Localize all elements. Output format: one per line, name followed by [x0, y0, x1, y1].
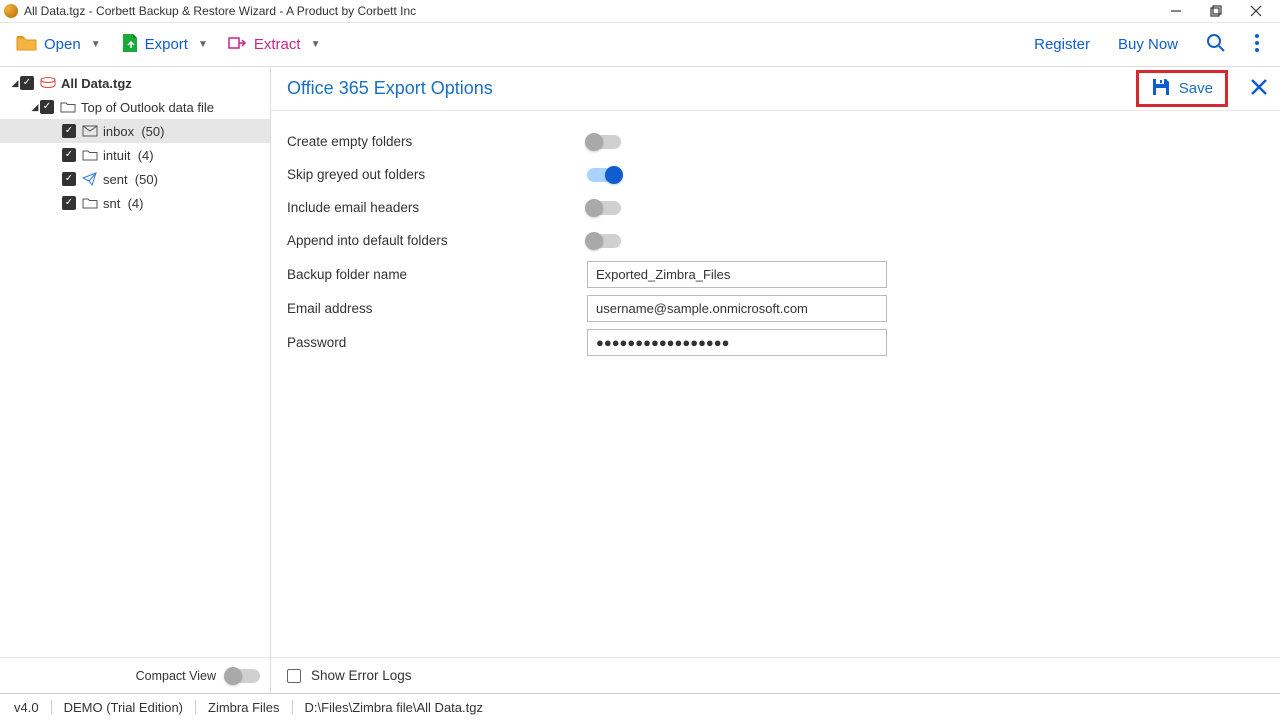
- open-label: Open: [44, 36, 81, 53]
- option-label: Skip greyed out folders: [287, 167, 587, 182]
- maximize-button[interactable]: [1196, 0, 1236, 23]
- export-file-icon: [121, 33, 139, 57]
- tree-item[interactable]: inbox (50): [0, 119, 270, 143]
- tree-item-count: (50): [138, 124, 165, 139]
- titlebar: All Data.tgz - Corbett Backup & Restore …: [0, 0, 1280, 23]
- toolbar: Open ▼ Export ▼ Extract ▼ Register Buy N…: [0, 23, 1280, 67]
- tree-item-label: snt: [103, 196, 124, 211]
- option-row: Append into default folders: [287, 224, 1264, 257]
- search-icon[interactable]: [1192, 33, 1240, 56]
- extract-button[interactable]: Extract ▼: [218, 23, 331, 67]
- status-bar: v4.0 DEMO (Trial Edition) Zimbra Files D…: [0, 693, 1280, 720]
- save-button[interactable]: Save: [1136, 70, 1228, 107]
- show-error-logs-checkbox[interactable]: [287, 669, 301, 683]
- export-label: Export: [145, 36, 188, 53]
- option-row: Create empty folders: [287, 125, 1264, 158]
- email-label: Email address: [287, 301, 587, 316]
- options-body: Create empty folders Skip greyed out fold…: [271, 111, 1280, 657]
- chevron-down-icon: ▼: [311, 39, 321, 50]
- expand-icon[interactable]: ◢: [30, 102, 40, 113]
- checkbox[interactable]: [62, 124, 76, 138]
- extract-icon: [228, 35, 248, 55]
- email-row: Email address: [287, 291, 1264, 325]
- window-title: All Data.tgz - Corbett Backup & Restore …: [24, 4, 1156, 18]
- tree-top-label: Top of Outlook data file: [81, 100, 214, 115]
- save-label: Save: [1179, 80, 1213, 97]
- option-toggle[interactable]: [587, 135, 621, 149]
- tree-item[interactable]: snt (4): [0, 191, 270, 215]
- open-button[interactable]: Open ▼: [6, 23, 111, 67]
- tree-item[interactable]: sent (50): [0, 167, 270, 191]
- tree-item-label: inbox: [103, 124, 138, 139]
- panel-close-button[interactable]: [1238, 78, 1280, 99]
- app-icon: [4, 4, 18, 18]
- backup-folder-row: Backup folder name: [287, 257, 1264, 291]
- tree-item-label: intuit: [103, 148, 134, 163]
- show-error-logs-label: Show Error Logs: [311, 668, 412, 683]
- tree-root-label: All Data.tgz: [61, 76, 132, 91]
- panel-title: Office 365 Export Options: [287, 78, 1136, 99]
- option-label: Create empty folders: [287, 134, 587, 149]
- sidebar: ◢ All Data.tgz ◢ Top of Outlook data fil…: [0, 67, 271, 693]
- checkbox[interactable]: [62, 148, 76, 162]
- tree-top[interactable]: ◢ Top of Outlook data file: [0, 95, 270, 119]
- option-toggle[interactable]: [587, 234, 621, 248]
- expand-icon[interactable]: ◢: [10, 78, 20, 89]
- compact-view-label: Compact View: [136, 669, 216, 683]
- option-row: Include email headers: [287, 191, 1264, 224]
- password-row: Password: [287, 325, 1264, 359]
- tree-item-label: sent: [103, 172, 131, 187]
- sidebar-footer: Compact View: [0, 657, 270, 693]
- option-label: Include email headers: [287, 200, 587, 215]
- folder-icon: [60, 99, 76, 115]
- mail-icon: [82, 123, 98, 139]
- close-button[interactable]: [1236, 0, 1276, 23]
- chevron-down-icon: ▼: [91, 39, 101, 50]
- password-input[interactable]: [587, 329, 887, 356]
- panel-footer: Show Error Logs: [271, 657, 1280, 693]
- panel-header: Office 365 Export Options Save: [271, 67, 1280, 111]
- chevron-down-icon: ▼: [198, 39, 208, 50]
- sent-icon: [82, 171, 98, 187]
- save-icon: [1151, 77, 1171, 100]
- status-mode: Zimbra Files: [196, 700, 292, 715]
- tree-item-count: (4): [124, 196, 144, 211]
- tree-root[interactable]: ◢ All Data.tgz: [0, 71, 270, 95]
- tree-item-count: (4): [134, 148, 154, 163]
- checkbox[interactable]: [62, 196, 76, 210]
- password-label: Password: [287, 335, 587, 350]
- register-link[interactable]: Register: [1020, 36, 1104, 53]
- option-toggle[interactable]: [587, 168, 621, 182]
- backup-folder-label: Backup folder name: [287, 267, 587, 282]
- export-button[interactable]: Export ▼: [111, 23, 218, 67]
- main-area: ◢ All Data.tgz ◢ Top of Outlook data fil…: [0, 67, 1280, 693]
- buy-now-link[interactable]: Buy Now: [1104, 36, 1192, 53]
- status-version: v4.0: [14, 700, 51, 715]
- archive-icon: [40, 75, 56, 91]
- tree-item[interactable]: intuit (4): [0, 143, 270, 167]
- folder-open-icon: [16, 34, 38, 56]
- backup-folder-input[interactable]: [587, 261, 887, 288]
- folder-icon: [82, 147, 98, 163]
- compact-view-toggle[interactable]: [226, 669, 260, 683]
- status-edition: DEMO (Trial Edition): [52, 700, 195, 715]
- extract-label: Extract: [254, 36, 301, 53]
- email-input[interactable]: [587, 295, 887, 322]
- more-menu-icon[interactable]: [1240, 33, 1274, 56]
- tree-item-count: (50): [131, 172, 158, 187]
- checkbox[interactable]: [40, 100, 54, 114]
- status-path: D:\Files\Zimbra file\All Data.tgz: [293, 700, 495, 715]
- option-toggle[interactable]: [587, 201, 621, 215]
- option-row: Skip greyed out folders: [287, 158, 1264, 191]
- folder-icon: [82, 195, 98, 211]
- minimize-button[interactable]: [1156, 0, 1196, 23]
- content-panel: Office 365 Export Options Save Create em…: [271, 67, 1280, 693]
- checkbox[interactable]: [20, 76, 34, 90]
- option-label: Append into default folders: [287, 233, 587, 248]
- folder-tree: ◢ All Data.tgz ◢ Top of Outlook data fil…: [0, 67, 270, 657]
- checkbox[interactable]: [62, 172, 76, 186]
